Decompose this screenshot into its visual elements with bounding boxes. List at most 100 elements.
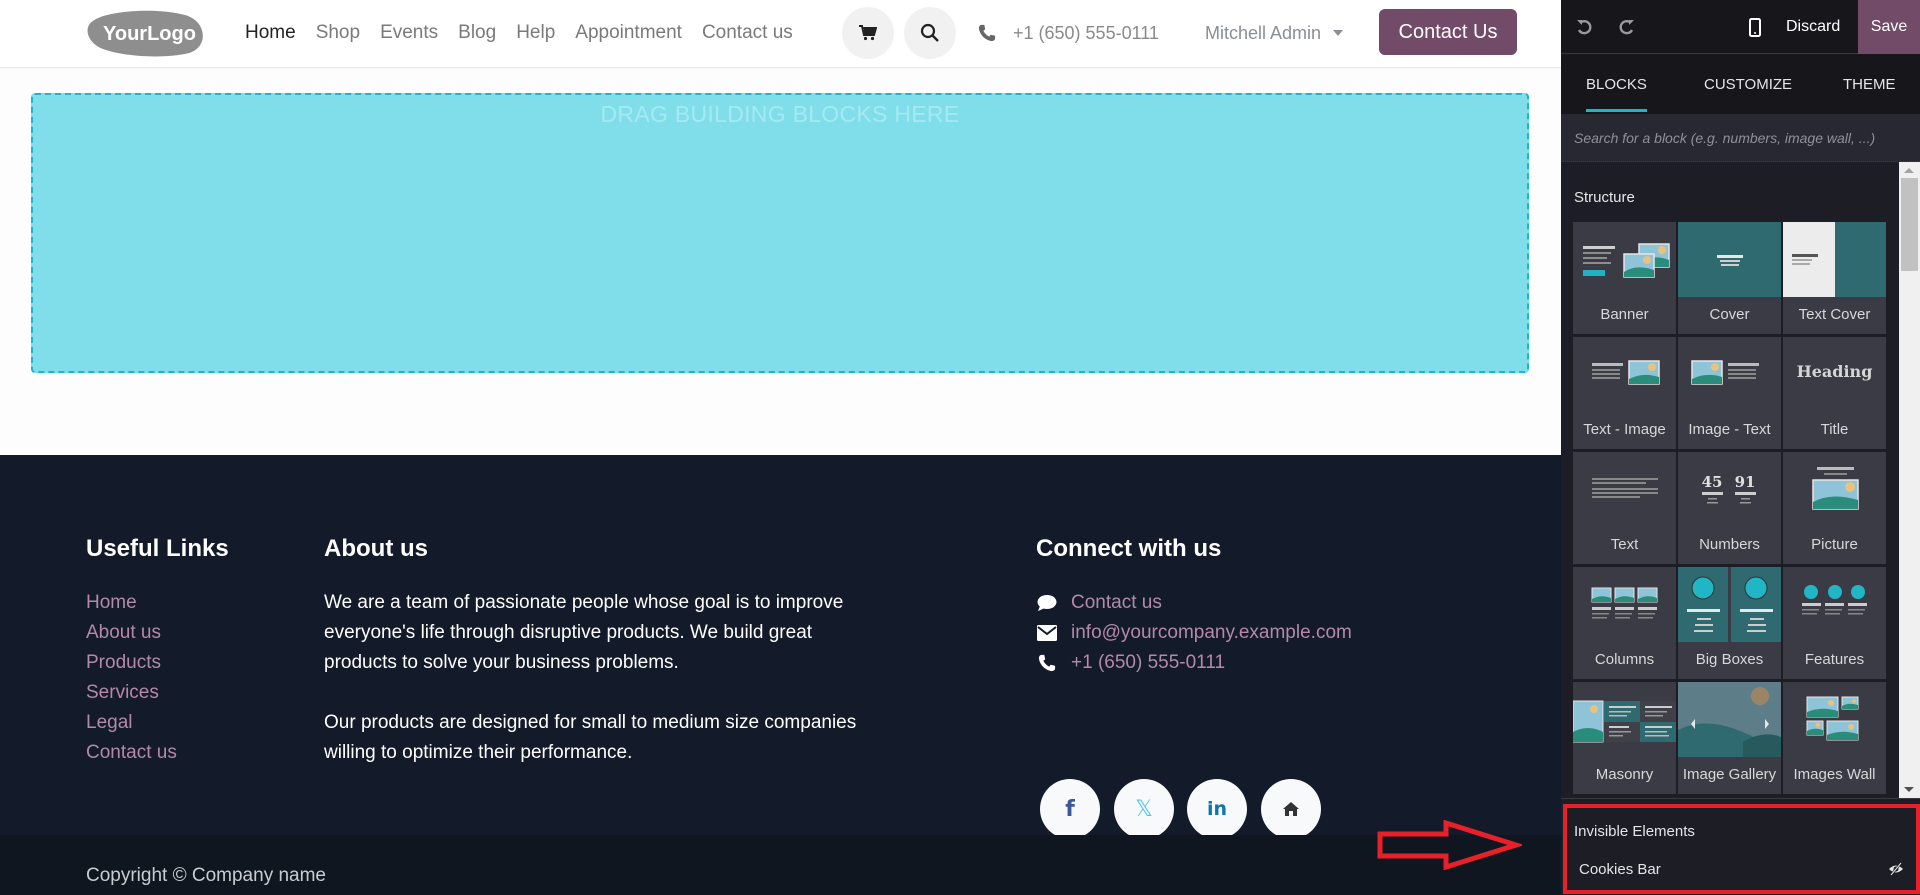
scroll-down-icon[interactable] [1904,787,1914,792]
footer-link-home[interactable]: Home [86,588,229,618]
cover-thumbnail-icon [1678,222,1781,297]
nav-home[interactable]: Home [245,22,296,44]
nav-contact-us[interactable]: Contact us [702,22,793,44]
site-header: YourLogo Home Shop Events Blog Help Appo… [0,0,1561,68]
x-twitter-icon: 𝕏 [1135,796,1153,822]
numbers-thumb-value-2: 91 [1735,473,1756,491]
footer-link-contact-us[interactable]: Contact us [86,738,229,768]
block-search-input[interactable] [1561,114,1920,161]
drop-zone[interactable]: DRAG BUILDING BLOCKS HERE [31,93,1529,373]
connect-contact-link[interactable]: Contact us [1071,592,1162,614]
block-text-image[interactable]: Text - Image [1573,337,1676,449]
linkedin-button[interactable]: in [1187,779,1247,839]
nav-help[interactable]: Help [516,22,555,44]
block-label: Masonry [1595,766,1654,783]
blocks-scrollbar[interactable] [1899,162,1920,798]
shopping-cart-icon [859,25,877,41]
user-name: Mitchell Admin [1205,22,1322,43]
category-structure-label: Structure [1574,189,1635,206]
cart-button[interactable] [842,7,894,59]
block-label: Columns [1594,651,1655,668]
home-button[interactable] [1261,779,1321,839]
block-label: Text [1610,536,1639,553]
invisible-elements-title: Invisible Elements [1574,823,1695,840]
x-twitter-button[interactable]: 𝕏 [1114,779,1174,839]
useful-links-list: Home About us Products Services Legal Co… [86,588,229,768]
about-paragraph-2: Our products are designed for small to m… [324,712,857,763]
page: YourLogo Home Shop Events Blog Help Appo… [0,0,1920,895]
phone-icon [978,24,996,42]
logo-shape: YourLogo [87,10,203,57]
comment-icon [1037,595,1057,611]
useful-links-title: Useful Links [86,535,229,562]
block-text[interactable]: Text [1573,452,1676,564]
discard-button[interactable]: Discard [1786,0,1840,54]
masonry-thumbnail-icon [1573,700,1676,743]
block-picture[interactable]: Picture [1783,452,1886,564]
block-label: Features [1804,651,1865,668]
block-big-boxes[interactable]: Big Boxes [1678,567,1781,679]
block-images-wall[interactable]: Images Wall [1783,682,1886,794]
search-button[interactable] [904,7,956,59]
footer-link-about-us[interactable]: About us [86,618,229,648]
block-banner[interactable]: Banner [1573,222,1676,334]
copyright-bar: Copyright © Company name [0,835,1561,895]
block-label: Image Gallery [1682,766,1777,783]
connect-title: Connect with us [1036,535,1222,562]
block-label: Numbers [1699,536,1760,553]
connect-section: Connect with us Contact us info@yourcomp… [1036,535,1456,855]
block-label: Banner [1600,306,1649,323]
connect-email-link[interactable]: info@yourcompany.example.com [1071,622,1352,644]
block-label: Picture [1811,536,1858,553]
eye-slash-icon[interactable] [1888,862,1904,876]
footer-link-legal[interactable]: Legal [86,708,229,738]
mobile-preview-button[interactable] [1742,14,1768,40]
undo-icon [1577,20,1592,35]
block-title[interactable]: Heading Title [1783,337,1886,449]
text-thumbnail-icon [1592,478,1658,498]
header-phone[interactable]: +1 (650) 555-0111 [978,0,1159,66]
facebook-button[interactable]: f [1040,779,1100,839]
save-button[interactable]: Save [1858,0,1920,54]
picture-thumbnail-icon [1812,467,1859,510]
banner-thumbnail-icon [1583,243,1670,278]
block-image-text[interactable]: Image - Text [1678,337,1781,449]
block-features[interactable]: Features [1783,567,1886,679]
about-section: About us We are a team of passionate peo… [324,535,884,768]
tab-theme[interactable]: THEME [1843,54,1896,114]
contact-us-button[interactable]: Contact Us [1379,9,1517,55]
site-logo[interactable]: YourLogo [85,9,206,57]
text-cover-thumbnail-icon [1783,222,1886,297]
undo-button[interactable] [1571,14,1597,40]
block-search [1561,114,1920,162]
images-wall-thumbnail-icon [1806,696,1859,741]
main-nav: Home Shop Events Blog Help Appointment C… [245,0,813,66]
tab-customize[interactable]: CUSTOMIZE [1704,54,1792,114]
nav-events[interactable]: Events [380,22,438,44]
invisible-item-cookies-bar[interactable]: Cookies Bar [1567,851,1912,887]
big-boxes-thumbnail-icon [1678,567,1781,642]
nav-shop[interactable]: Shop [316,22,360,44]
block-text-cover[interactable]: Text Cover [1783,222,1886,334]
scroll-up-icon[interactable] [1904,168,1914,173]
footer-link-services[interactable]: Services [86,678,229,708]
header-phone-number: +1 (650) 555-0111 [1013,22,1159,43]
block-masonry[interactable]: Masonry [1573,682,1676,794]
connect-phone-link[interactable]: +1 (650) 555-0111 [1071,652,1225,674]
block-label: Title [1820,421,1849,438]
user-menu[interactable]: Mitchell Admin [1205,0,1344,66]
block-image-gallery[interactable]: Image Gallery [1678,682,1781,794]
caret-down-icon [1333,30,1344,36]
block-columns[interactable]: Columns [1573,567,1676,679]
scrollbar-thumb[interactable] [1901,178,1918,271]
facebook-icon: f [1065,796,1075,822]
nav-blog[interactable]: Blog [458,22,496,44]
invisible-elements-section: Invisible Elements Cookies Bar [1561,798,1920,895]
footer-link-products[interactable]: Products [86,648,229,678]
block-cover[interactable]: Cover [1678,222,1781,334]
redo-button[interactable] [1614,14,1640,40]
block-label: Text - Image [1583,421,1666,438]
block-numbers[interactable]: 45 91 Numbers [1678,452,1781,564]
nav-appointment[interactable]: Appointment [575,22,682,44]
tab-blocks[interactable]: BLOCKS [1586,54,1647,114]
